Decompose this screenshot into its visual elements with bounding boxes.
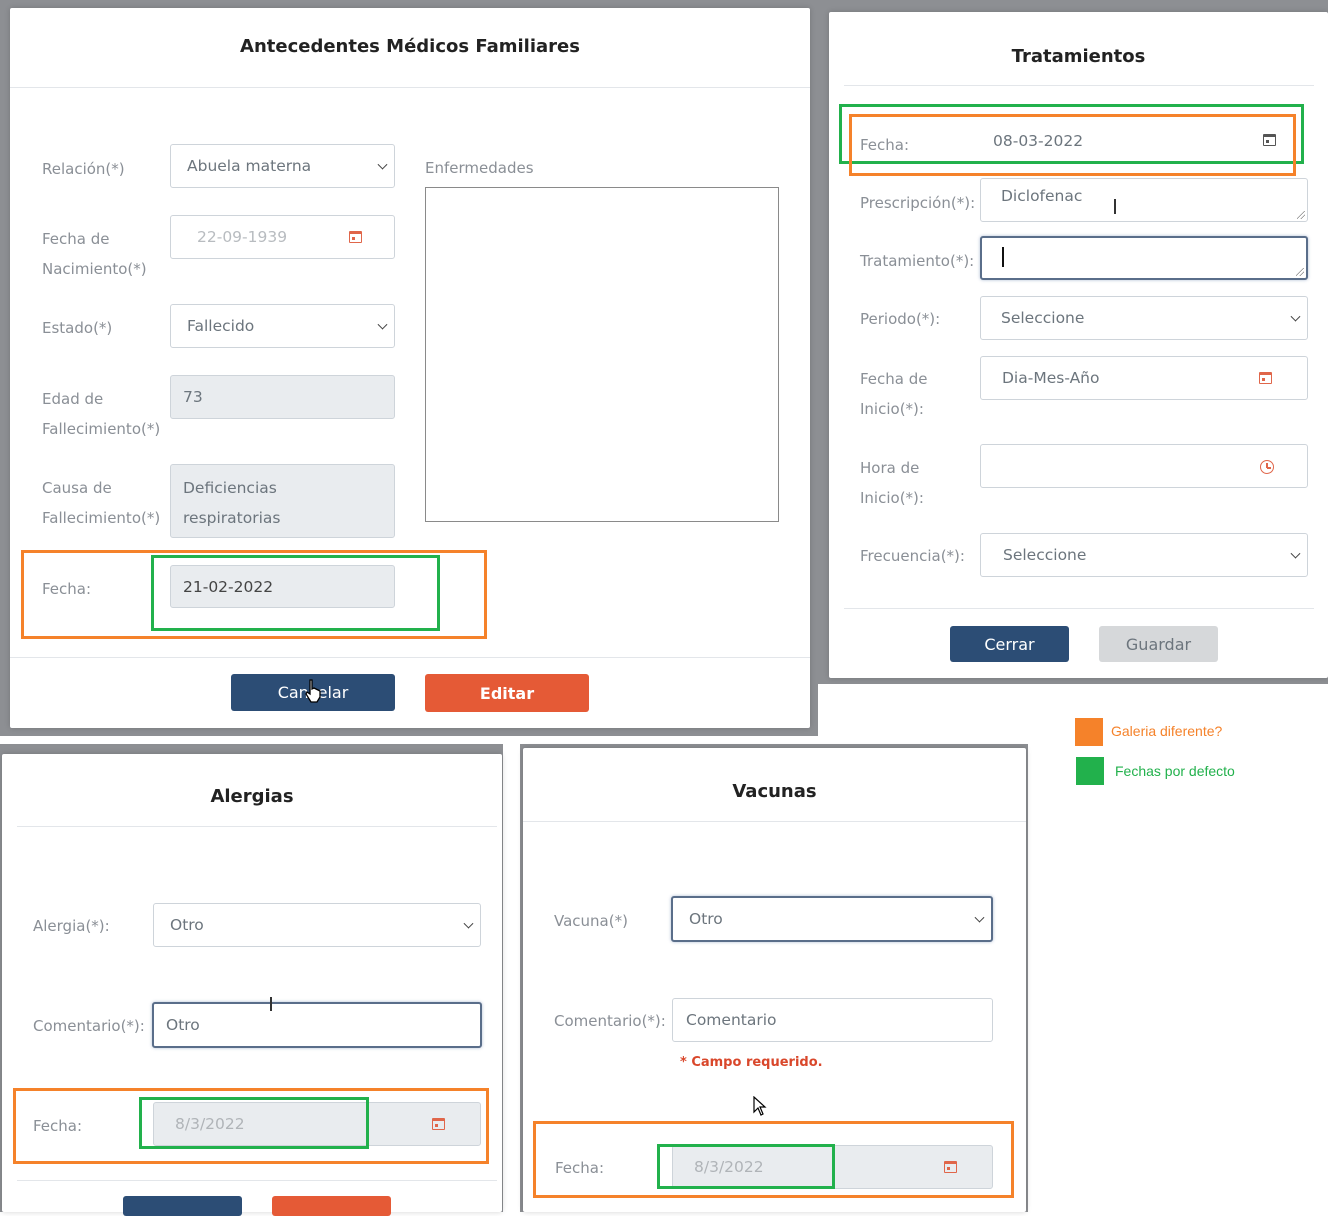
- vacuna-value: Otro: [689, 910, 723, 928]
- chevron-down-icon: [463, 918, 474, 929]
- comentario-value: Otro: [166, 1016, 200, 1034]
- enfermedades-textarea[interactable]: [425, 187, 779, 522]
- divider: [10, 657, 810, 658]
- text-cursor-icon: [1114, 199, 1116, 214]
- enfermedades-label: Enfermedades: [425, 159, 534, 177]
- vacuna-select[interactable]: Otro: [671, 896, 993, 942]
- divider: [10, 87, 810, 88]
- fecha-nacimiento-value: 22-09-1939: [197, 228, 288, 246]
- causa-fallecimiento-label: Fallecimiento(*): [42, 509, 161, 527]
- modal-title: Vacunas: [732, 781, 817, 802]
- chevron-down-icon: [974, 912, 985, 923]
- periodo-select[interactable]: Seleccione: [980, 296, 1308, 340]
- annotation-green-box: [139, 1097, 369, 1149]
- prescripcion-label: Prescripción(*):: [860, 194, 976, 212]
- close-button[interactable]: [123, 1196, 242, 1216]
- chevron-down-icon: [377, 319, 388, 330]
- alergia-select[interactable]: Otro: [153, 903, 481, 947]
- hora-inicio-input[interactable]: [980, 444, 1308, 488]
- relacion-select[interactable]: Abuela materna: [170, 144, 395, 188]
- calendar-icon[interactable]: [1259, 372, 1272, 384]
- chevron-down-icon: [1290, 311, 1301, 322]
- edad-fallecimiento-label: Edad de: [42, 390, 104, 408]
- fecha-nacimiento-label: Fecha de: [42, 230, 110, 248]
- causa-line: respiratorias: [183, 509, 281, 527]
- edit-button[interactable]: Editar: [425, 674, 589, 712]
- fecha-inicio-label: Inicio(*):: [860, 400, 924, 418]
- tratamiento-textarea[interactable]: [980, 236, 1308, 280]
- frecuencia-select[interactable]: Seleccione: [980, 533, 1308, 577]
- fecha-inicio-label: Fecha de: [860, 370, 928, 388]
- modal-title: Alergias: [210, 786, 294, 807]
- hora-inicio-label: Inicio(*):: [860, 489, 924, 507]
- frecuencia-value: Seleccione: [1003, 546, 1087, 564]
- save-button[interactable]: Guardar: [1099, 626, 1218, 662]
- comentario-input[interactable]: Comentario: [672, 998, 993, 1042]
- causa-line: Deficiencias: [183, 479, 277, 497]
- fecha-inicio-placeholder: Dia-Mes-Año: [1002, 369, 1100, 387]
- relacion-label: Relación(*): [42, 160, 125, 178]
- comentario-label: Comentario(*):: [33, 1017, 145, 1035]
- text-cursor-icon: [270, 997, 272, 1011]
- annotation-green-box: [151, 555, 440, 631]
- relacion-value: Abuela materna: [187, 157, 312, 175]
- alergia-label: Alergia(*):: [33, 917, 110, 935]
- estado-value: Fallecido: [187, 317, 255, 335]
- edad-fallecimiento-input[interactable]: 73: [170, 375, 395, 419]
- divider: [844, 85, 1314, 86]
- edad-fallecimiento-label: Fallecimiento(*): [42, 420, 161, 438]
- legend-orange-swatch: [1075, 718, 1103, 746]
- estado-select[interactable]: Fallecido: [170, 304, 395, 348]
- chevron-down-icon: [1290, 548, 1301, 559]
- chevron-down-icon: [377, 159, 388, 170]
- edad-fallecimiento-value: 73: [183, 388, 203, 406]
- alergia-value: Otro: [170, 916, 204, 934]
- calendar-icon[interactable]: [349, 231, 362, 243]
- resize-handle-icon[interactable]: [1296, 268, 1304, 276]
- tratamiento-label: Tratamiento(*):: [860, 252, 975, 270]
- vacuna-label: Vacuna(*): [554, 912, 628, 930]
- arrow-cursor-icon: [753, 1096, 767, 1116]
- text-caret: [1002, 247, 1004, 267]
- divider: [844, 608, 1314, 609]
- causa-fallecimiento-label: Causa de: [42, 479, 112, 497]
- periodo-value: Seleccione: [1001, 309, 1085, 327]
- modal-title: Tratamientos: [1011, 46, 1146, 67]
- divider: [17, 826, 497, 827]
- divider: [523, 821, 1026, 822]
- annotation-orange-box: [849, 114, 1296, 176]
- legend-green-swatch: [1076, 757, 1104, 785]
- modal-title: Antecedentes Médicos Familiares: [240, 36, 580, 57]
- causa-fallecimiento-textarea[interactable]: Deficiencias respiratorias: [170, 464, 395, 538]
- hand-cursor-icon: [305, 679, 321, 703]
- frecuencia-label: Frecuencia(*):: [860, 547, 965, 565]
- fecha-nacimiento-input[interactable]: 22-09-1939: [170, 215, 395, 259]
- save-button[interactable]: [272, 1196, 391, 1216]
- fecha-inicio-input[interactable]: Dia-Mes-Año: [980, 356, 1308, 400]
- comentario-input[interactable]: Otro: [152, 1002, 482, 1048]
- comentario-label: Comentario(*):: [554, 1012, 666, 1030]
- prescripcion-textarea[interactable]: Diclofenac: [980, 178, 1308, 222]
- legend-green-text: Fechas por defecto: [1115, 763, 1235, 779]
- estado-label: Estado(*): [42, 319, 113, 337]
- close-button[interactable]: Cerrar: [950, 626, 1069, 662]
- required-message: * Campo requerido.: [680, 1055, 823, 1070]
- divider: [17, 1180, 497, 1181]
- fecha-nacimiento-label: Nacimiento(*): [42, 260, 147, 278]
- comentario-placeholder: Comentario: [686, 1011, 777, 1029]
- resize-handle-icon[interactable]: [1297, 211, 1305, 219]
- prescripcion-value: Diclofenac: [1001, 187, 1083, 205]
- periodo-label: Periodo(*):: [860, 310, 941, 328]
- clock-icon[interactable]: [1260, 460, 1274, 474]
- hora-inicio-label: Hora de: [860, 459, 920, 477]
- legend-orange-text: Galeria diferente?: [1111, 723, 1223, 739]
- annotation-green-box: [657, 1144, 835, 1189]
